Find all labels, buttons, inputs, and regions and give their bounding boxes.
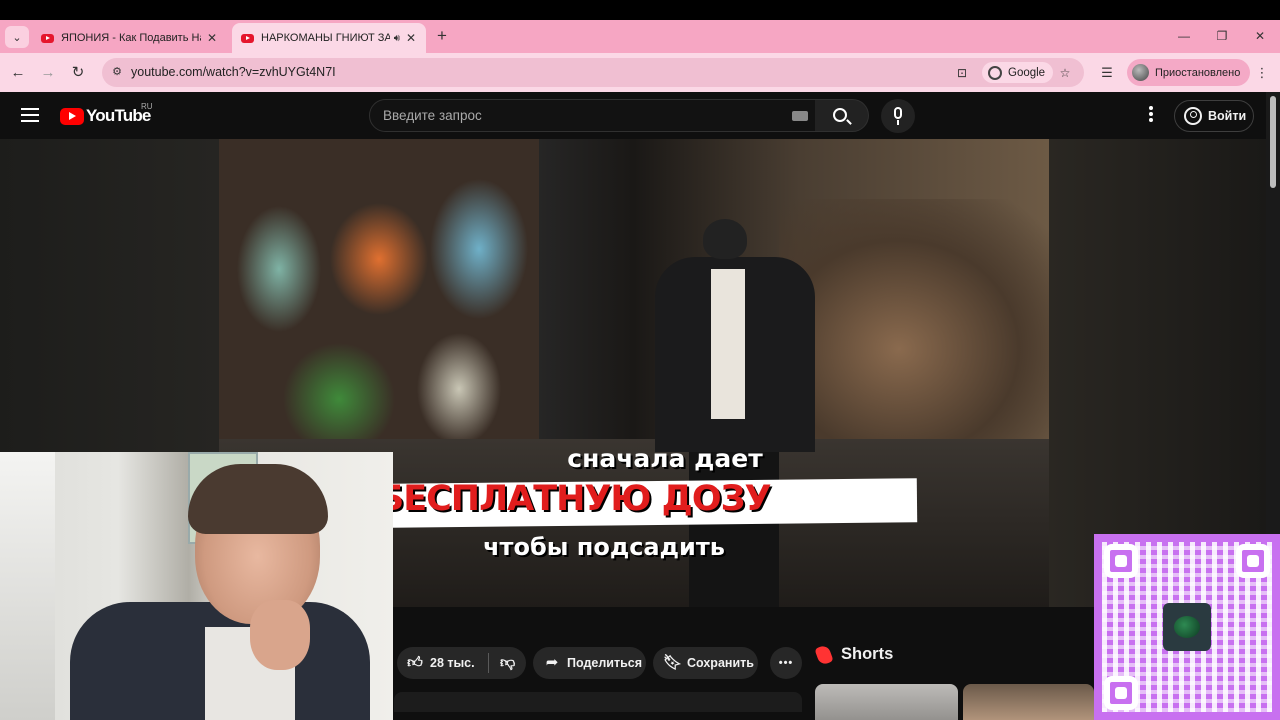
room-window xyxy=(0,452,55,720)
graffiti-wall xyxy=(219,139,539,469)
thumbs-up-icon[interactable]: 👍︎ xyxy=(406,654,424,672)
tab-title: ЯПОНИЯ - Как Подавить Нац xyxy=(61,32,201,44)
tab-strip: ⌄ ЯПОНИЯ - Как Подавить Нац ✕ НАРКОМАНЫ … xyxy=(0,20,1280,53)
tab-search-button[interactable]: ⌄ xyxy=(5,26,29,48)
user-icon xyxy=(1184,107,1202,125)
search-placeholder: Введите запрос xyxy=(383,108,482,123)
speaker-icon[interactable]: 🔊︎ xyxy=(394,33,400,44)
streamer-hair xyxy=(188,464,328,534)
forward-button[interactable]: → xyxy=(37,62,59,84)
bird-logo-icon xyxy=(1174,616,1200,638)
bookmark-icon: 🔖︎ xyxy=(663,654,683,671)
site-settings-icon[interactable]: ⚙ xyxy=(109,64,125,80)
performer-head xyxy=(703,219,747,259)
save-button[interactable]: 🔖︎ Сохранить xyxy=(653,647,758,679)
close-window-icon[interactable]: ✕ xyxy=(1249,27,1271,45)
streamer-hand xyxy=(250,600,310,670)
qr-finder-pattern xyxy=(1104,544,1138,578)
qr-code-overlay xyxy=(1094,534,1280,720)
like-count[interactable]: 28 тыс. xyxy=(430,656,475,670)
search-icon xyxy=(833,108,847,122)
shorts-title: Shorts xyxy=(841,645,894,663)
shorts-icon xyxy=(814,643,834,666)
youtube-favicon-icon xyxy=(241,33,254,43)
install-app-icon[interactable]: ⊡ xyxy=(953,64,971,82)
tab-narkomany[interactable]: НАРКОМАНЫ ГНИЮТ ЗАЖ 🔊︎ ✕ xyxy=(232,23,426,53)
shorts-header: Shorts xyxy=(814,643,894,666)
menu-icon[interactable] xyxy=(21,108,39,122)
voice-search-button[interactable] xyxy=(881,99,915,133)
new-tab-button[interactable]: + xyxy=(432,26,452,46)
settings-kebab-icon[interactable] xyxy=(1145,106,1157,126)
signin-label: Войти xyxy=(1208,109,1247,123)
share-label: Поделиться xyxy=(567,656,643,670)
search-button[interactable] xyxy=(815,99,869,132)
browser-toolbar: ← → ↻ ⚙ youtube.com/watch?v=zvhUYGt4N7I … xyxy=(0,53,1280,92)
back-button[interactable]: ← xyxy=(7,62,29,84)
microphone-icon xyxy=(894,107,902,119)
webcam-overlay xyxy=(0,452,393,720)
chrome-menu-icon[interactable]: ⋮ xyxy=(1252,63,1272,83)
more-actions-button[interactable]: ••• xyxy=(770,647,802,679)
qr-finder-pattern xyxy=(1104,676,1138,710)
shorts-thumbnail[interactable] xyxy=(815,684,958,720)
google-chip-label: Google xyxy=(1008,66,1046,79)
youtube-play-icon xyxy=(60,107,84,125)
close-icon[interactable]: ✕ xyxy=(205,31,219,45)
thumbs-down-icon[interactable]: 👎︎ xyxy=(499,654,517,672)
url-text[interactable]: youtube.com/watch?v=zvhUYGt4N7I xyxy=(131,65,336,79)
tab-japan[interactable]: ЯПОНИЯ - Как Подавить Нац ✕ xyxy=(32,23,227,53)
youtube-favicon-icon xyxy=(41,33,54,43)
youtube-logo[interactable]: YouTube RU xyxy=(60,102,153,126)
profile-button[interactable]: Приостановлено xyxy=(1127,59,1251,86)
reload-button[interactable]: ↻ xyxy=(67,62,89,84)
share-button[interactable]: ➦ Поделиться xyxy=(533,647,646,679)
share-arrow-icon: ➦ xyxy=(545,654,559,671)
star-icon[interactable]: ☆ xyxy=(1056,64,1074,82)
address-bar[interactable]: ⚙ youtube.com/watch?v=zvhUYGt4N7I ⊡ Goog… xyxy=(102,58,1084,87)
google-icon xyxy=(988,65,1002,80)
youtube-header: YouTube RU Введите запрос Войти xyxy=(0,92,1266,139)
profile-label: Приостановлено xyxy=(1155,66,1241,79)
more-actions-label: ••• xyxy=(778,657,794,669)
google-lens-chip[interactable]: Google xyxy=(982,62,1054,83)
qr-logo xyxy=(1163,603,1211,651)
performer-shirt xyxy=(711,269,745,419)
chevron-down-icon: ⌄ xyxy=(12,31,22,44)
qr-finder-pattern xyxy=(1236,544,1270,578)
description-preview[interactable] xyxy=(394,692,802,712)
reading-list-icon[interactable]: ☰ xyxy=(1097,63,1117,83)
close-icon[interactable]: ✕ xyxy=(404,31,418,45)
signin-button[interactable]: Войти xyxy=(1174,100,1254,132)
shorts-thumbnail[interactable] xyxy=(963,684,1094,720)
save-label: Сохранить xyxy=(687,656,754,670)
search-input[interactable]: Введите запрос xyxy=(369,99,816,132)
scrollbar-thumb[interactable] xyxy=(1270,96,1276,188)
minimize-icon[interactable]: — xyxy=(1173,27,1195,45)
region-code: RU xyxy=(141,102,153,111)
avatar xyxy=(1132,64,1149,81)
restore-icon[interactable]: ❐ xyxy=(1211,27,1233,45)
screen-top-bar xyxy=(0,0,1280,20)
tab-title: НАРКОМАНЫ ГНИЮТ ЗАЖ xyxy=(261,32,390,44)
like-dislike-group: 👍︎ 28 тыс. 👎︎ xyxy=(397,647,526,679)
keyboard-icon[interactable] xyxy=(792,111,808,121)
